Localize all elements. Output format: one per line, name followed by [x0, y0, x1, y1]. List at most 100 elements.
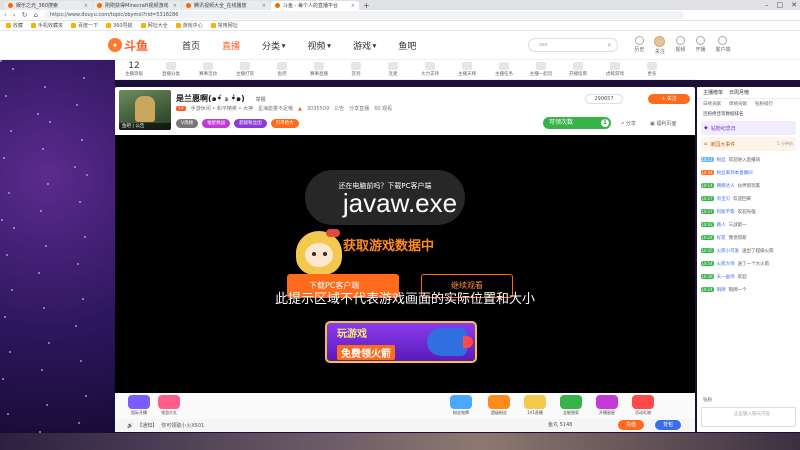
- notice-text[interactable]: 你可领取小火X501: [161, 422, 204, 429]
- welfare-button[interactable]: ▣ 福利页面: [650, 120, 676, 127]
- streamer-avatar[interactable]: 鱼吧 | 公告: [119, 90, 171, 130]
- room-category[interactable]: 手游休闲 • 和平精英 • 大神: [191, 105, 253, 112]
- chat-subtab[interactable]: 日榜贡献: [703, 101, 721, 107]
- close-tab-icon[interactable]: ×: [84, 3, 88, 9]
- header-follow-button[interactable]: 关注: [654, 35, 666, 55]
- browser-tab[interactable]: 刚刚获得Minecraft视频游戏 ×: [93, 1, 181, 10]
- minimize-icon[interactable]: –: [765, 0, 769, 10]
- chat-username[interactable]: 火箭大师: [717, 261, 735, 267]
- bookmark-item[interactable]: 游戏中心: [175, 22, 203, 29]
- new-tab-icon[interactable]: +: [363, 1, 370, 10]
- gift-item[interactable]: 1V1直播: [519, 395, 551, 417]
- chat-tab[interactable]: 主播榜单: [703, 89, 723, 96]
- nav-item-4[interactable]: 游戏 ▼: [353, 39, 376, 52]
- play-game-banner[interactable]: 玩游戏 免费领火箭: [325, 321, 477, 363]
- home-icon[interactable]: ⌂: [34, 11, 38, 19]
- browser-tab[interactable]: 腾讯视频大全_在线播放 ×: [182, 1, 270, 10]
- back-icon[interactable]: ‹: [4, 11, 7, 19]
- room-tag[interactable]: 超级粉丝团: [234, 119, 267, 128]
- gift-item[interactable]: 粉丝铭牌: [445, 395, 477, 417]
- bookmark-item[interactable]: 常用网址: [210, 22, 238, 29]
- gift-item[interactable]: 超级粉丝: [483, 395, 515, 417]
- nav-item-1[interactable]: 直播: [222, 39, 240, 52]
- header-upload-button[interactable]: 开播: [695, 35, 705, 55]
- category-item[interactable]: 大力支持: [419, 62, 441, 77]
- video-player[interactable]: 还在电脑前吗？下载PC客户端 javaw.exe 获取游戏数据中 下载PC客户端…: [115, 135, 695, 393]
- category-item[interactable]: 开播指南: [567, 62, 589, 77]
- bookmark-item[interactable]: 收藏: [6, 22, 23, 29]
- chat-username[interactable]: 粉丝: [717, 157, 726, 163]
- search-icon[interactable]: ⌕: [607, 39, 611, 51]
- category-item[interactable]: 主播天梯: [456, 62, 478, 77]
- close-tab-icon[interactable]: ×: [262, 3, 266, 9]
- follow-button[interactable]: + 关注: [648, 94, 690, 104]
- category-item[interactable]: 签到: [345, 62, 367, 77]
- chat-username[interactable]: 天一画师: [717, 274, 735, 280]
- chat-username[interactable]: 粉丝来到本直播间: [717, 170, 753, 176]
- chat-username[interactable]: 火箭小可爱: [717, 248, 740, 254]
- chat-username[interactable]: 阿能不客: [717, 209, 735, 215]
- chat-username[interactable]: 路人: [717, 222, 726, 228]
- category-item[interactable]: 赛事直播: [308, 62, 330, 77]
- bookmark-item[interactable]: 网址大全: [140, 22, 168, 29]
- forward-icon[interactable]: ›: [13, 11, 16, 19]
- maximize-icon[interactable]: □: [777, 0, 784, 10]
- room-notice[interactable]: 公告: [334, 105, 344, 112]
- room-tag[interactable]: 贝币抢大: [270, 119, 299, 128]
- room-tag[interactable]: V周榜: [176, 119, 199, 128]
- douyu-logo[interactable]: ● 斗鱼: [108, 36, 154, 54]
- search-input[interactable]: sss ⌕: [528, 38, 619, 52]
- gift-item[interactable]: 全能独家: [555, 395, 587, 417]
- gift-item[interactable]: 领游大礼: [153, 395, 185, 417]
- category-item[interactable]: 主播打赏: [234, 62, 256, 77]
- chat-gift-label[interactable]: 钻粉: [703, 397, 712, 403]
- nav-item-3[interactable]: 视频 ▼: [307, 39, 330, 52]
- nav-item-0[interactable]: 首页: [182, 39, 200, 52]
- bookmark-item[interactable]: 百度一下: [71, 22, 98, 29]
- category-item[interactable]: 虎鲸游戏: [604, 62, 626, 77]
- category-item[interactable]: 主播一起玩: [530, 62, 552, 77]
- browser-tab[interactable]: 娱乐之光_360搜索 ×: [4, 1, 92, 10]
- nav-item-2[interactable]: 分类 ▼: [262, 39, 285, 52]
- chat-username[interactable]: 好友: [717, 235, 726, 241]
- report-link[interactable]: 举报: [256, 97, 266, 103]
- close-tab-icon[interactable]: ×: [173, 3, 177, 9]
- category-item[interactable]: 连麦: [382, 62, 404, 77]
- backpack-button[interactable]: 背包: [655, 420, 681, 430]
- category-item[interactable]: 更多: [641, 62, 663, 77]
- category-item[interactable]: 鱼吧: [271, 62, 293, 77]
- room-tag[interactable]: 福星挑战: [202, 119, 231, 128]
- diamond-fan-event[interactable]: ◆ 钻粉纪念日: [701, 121, 796, 135]
- chat-username[interactable]: 网络达人: [717, 183, 735, 189]
- bookmark-item[interactable]: 360导航: [106, 22, 133, 29]
- share-button[interactable]: ↗ 分享: [620, 120, 636, 127]
- category-item[interactable]: 主播任务: [493, 62, 515, 77]
- chat-subtab[interactable]: 周榜贡献: [729, 101, 747, 107]
- category-item[interactable]: 直播分类: [160, 62, 182, 77]
- category-item[interactable]: 12 主播等级: [123, 62, 145, 78]
- close-window-icon[interactable]: ✕: [791, 0, 797, 10]
- browser-tab[interactable]: 斗鱼 - 每个人的直播平台 ×: [271, 1, 359, 10]
- room-share-live[interactable]: 分享直播: [349, 105, 369, 112]
- bookmark-item[interactable]: 手机收藏夹: [31, 22, 63, 29]
- chat-username[interactable]: 有宝贝: [717, 196, 731, 202]
- gift-item[interactable]: 国际开播: [123, 395, 155, 417]
- close-tab-icon[interactable]: ×: [351, 3, 355, 9]
- url-field[interactable]: https://www.douyu.com/topic/zbymxl?rid=5…: [43, 11, 684, 19]
- reload-icon[interactable]: ↻: [22, 11, 28, 19]
- category-item[interactable]: 赛事活动: [197, 62, 219, 77]
- recharge-button[interactable]: 充值: [618, 420, 644, 430]
- chat-username[interactable]: 铜牌: [717, 287, 726, 293]
- header-history-button[interactable]: 历史: [634, 35, 644, 55]
- home-event[interactable]: ⌂ 家园大事件 5 分钟前: [701, 137, 796, 151]
- nav-item-5[interactable]: 鱼吧: [398, 39, 416, 52]
- header-client-button[interactable]: 客户端: [715, 35, 730, 55]
- gift-item[interactable]: 开播星星: [591, 395, 623, 417]
- chat-subtab[interactable]: 钻粉排行: [755, 101, 773, 107]
- chat-input[interactable]: 这里输入聊天内容: [701, 407, 796, 427]
- claim-button[interactable]: 可领次数 1: [543, 117, 611, 129]
- chat-tab[interactable]: 日周月榜: [729, 89, 749, 96]
- gift-item[interactable]: 活动礼物: [627, 395, 659, 417]
- header-video-button[interactable]: 视频: [675, 35, 685, 55]
- browser-tab-label: 娱乐之光_360搜索: [16, 3, 59, 9]
